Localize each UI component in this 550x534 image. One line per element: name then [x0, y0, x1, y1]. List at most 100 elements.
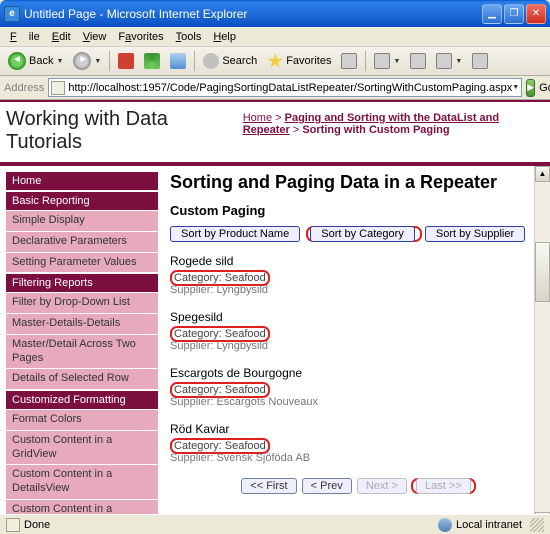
nav-item[interactable]: Filter by Drop-Down List — [6, 293, 158, 313]
chevron-down-icon: ▼ — [94, 58, 101, 65]
address-bar: Address http://localhost:1957/Code/Pagin… — [0, 76, 550, 100]
address-input[interactable]: http://localhost:1957/Code/PagingSorting… — [48, 78, 522, 97]
media-button[interactable] — [337, 51, 361, 71]
breadcrumb-home[interactable]: Home — [243, 112, 272, 124]
site-title: Working with Data Tutorials — [6, 108, 243, 154]
forward-icon — [73, 52, 91, 70]
nav-home[interactable]: Home — [6, 172, 158, 190]
menu-bar: File Edit View Favorites Tools Help — [0, 27, 550, 47]
pager-last-button[interactable]: Last >> — [416, 478, 471, 494]
sub-heading: Custom Paging — [170, 203, 546, 218]
maximize-button[interactable]: ❐ — [504, 4, 524, 24]
main-content: Sorting and Paging Data in a Repeater Cu… — [160, 166, 550, 514]
page-viewport: Working with Data Tutorials Home > Pagin… — [0, 100, 550, 514]
forward-button[interactable]: ▼ — [69, 50, 105, 72]
sidebar: Home Basic Reporting Simple Display Decl… — [0, 166, 160, 514]
chevron-down-icon[interactable]: ▼ — [512, 84, 519, 91]
media-icon — [341, 53, 357, 69]
product-category: Category: Seafood — [174, 272, 266, 284]
menu-tools[interactable]: Tools — [170, 29, 208, 45]
scroll-up-icon[interactable]: ▲ — [535, 166, 550, 182]
nav-customized-formatting[interactable]: Customized Formatting — [6, 391, 158, 409]
vertical-scrollbar[interactable]: ▲ ▼ — [534, 166, 550, 514]
resize-grip[interactable] — [530, 518, 544, 532]
nav-item[interactable]: Custom Content in a FormView — [6, 500, 158, 514]
product-item: Spegesild Category: Seafood Supplier: Ly… — [170, 310, 546, 352]
scroll-down-icon[interactable]: ▼ — [535, 512, 550, 514]
product-supplier: Supplier: Svensk Sjöföda AB — [170, 452, 546, 464]
chevron-down-icon: ▼ — [56, 58, 63, 65]
print-button[interactable] — [406, 51, 430, 71]
home-button[interactable] — [166, 51, 190, 71]
sort-buttons: Sort by Product Name Sort by Category So… — [170, 226, 546, 242]
product-item: Röd Kaviar Category: Seafood Supplier: S… — [170, 422, 546, 464]
menu-file[interactable]: File — [4, 29, 46, 45]
scroll-thumb[interactable] — [535, 242, 550, 302]
print-icon — [410, 53, 426, 69]
nav-filtering-reports[interactable]: Filtering Reports — [6, 274, 158, 292]
address-label: Address — [4, 82, 44, 94]
go-button[interactable]: ▶ — [526, 79, 535, 97]
star-icon — [267, 53, 283, 69]
refresh-icon — [144, 53, 160, 69]
close-button[interactable]: ✕ — [526, 4, 546, 24]
nav-item[interactable]: Master-Details-Details — [6, 314, 158, 334]
nav-item[interactable]: Simple Display — [6, 211, 158, 231]
product-name: Spegesild — [170, 310, 546, 324]
status-bar: Done Local intranet — [0, 514, 550, 534]
stop-button[interactable] — [114, 51, 138, 71]
nav-item[interactable]: Custom Content in a GridView — [6, 431, 158, 465]
edit-button[interactable]: ▼ — [432, 51, 466, 71]
breadcrumb: Home > Paging and Sorting with the DataL… — [243, 108, 544, 154]
back-button[interactable]: Back▼ — [4, 50, 67, 72]
pager-prev-button[interactable]: < Prev — [302, 478, 352, 494]
toolbar: Back▼ ▼ Search Favorites ▼ ▼ — [0, 47, 550, 76]
product-supplier: Supplier: Escargots Nouveaux — [170, 396, 546, 408]
nav-item[interactable]: Format Colors — [6, 410, 158, 430]
address-url: http://localhost:1957/Code/PagingSorting… — [68, 82, 512, 94]
security-zone: Local intranet — [438, 518, 522, 532]
search-button[interactable]: Search — [199, 51, 261, 71]
mail-icon — [374, 53, 390, 69]
product-name: Röd Kaviar — [170, 422, 546, 436]
product-supplier: Supplier: Lyngbysild — [170, 284, 546, 296]
separator — [109, 51, 110, 71]
nav-item[interactable]: Custom Content in a DetailsView — [6, 465, 158, 499]
nav-item[interactable]: Setting Parameter Values — [6, 253, 158, 273]
sort-by-supplier-button[interactable]: Sort by Supplier — [425, 226, 525, 242]
callout-pager-last: Last >> — [411, 478, 476, 494]
stop-icon — [118, 53, 134, 69]
sort-by-name-button[interactable]: Sort by Product Name — [170, 226, 300, 242]
menu-view[interactable]: View — [77, 29, 113, 45]
product-name: Escargots de Bourgogne — [170, 366, 546, 380]
refresh-button[interactable] — [140, 51, 164, 71]
product-item: Escargots de Bourgogne Category: Seafood… — [170, 366, 546, 408]
nav-item[interactable]: Details of Selected Row — [6, 369, 158, 389]
favorites-button[interactable]: Favorites — [263, 51, 335, 71]
breadcrumb-current: Sorting with Custom Paging — [302, 124, 449, 136]
zone-label: Local intranet — [456, 519, 522, 531]
mail-button[interactable]: ▼ — [370, 51, 404, 71]
discuss-icon — [472, 53, 488, 69]
callout-sort-category: Sort by Category — [306, 226, 422, 242]
page-icon — [6, 518, 20, 532]
back-label: Back — [29, 55, 53, 67]
intranet-icon — [438, 518, 452, 532]
nav-item[interactable]: Master/Detail Across Two Pages — [6, 335, 158, 369]
sort-by-category-button[interactable]: Sort by Category — [310, 226, 415, 242]
search-icon — [203, 53, 219, 69]
menu-edit[interactable]: Edit — [46, 29, 77, 45]
pager-next-button[interactable]: Next > — [357, 478, 407, 494]
home-icon — [170, 53, 186, 69]
window-titlebar: e Untitled Page - Microsoft Internet Exp… — [0, 0, 550, 27]
pager-first-button[interactable]: << First — [241, 478, 296, 494]
product-item: Rogede sild Category: Seafood Supplier: … — [170, 254, 546, 296]
menu-favorites[interactable]: Favorites — [112, 29, 169, 45]
nav-basic-reporting[interactable]: Basic Reporting — [6, 192, 158, 210]
edit-icon — [436, 53, 452, 69]
discuss-button[interactable] — [468, 51, 492, 71]
nav-item[interactable]: Declarative Parameters — [6, 232, 158, 252]
separator — [365, 51, 366, 71]
minimize-button[interactable]: ▁ — [482, 4, 502, 24]
menu-help[interactable]: Help — [207, 29, 242, 45]
